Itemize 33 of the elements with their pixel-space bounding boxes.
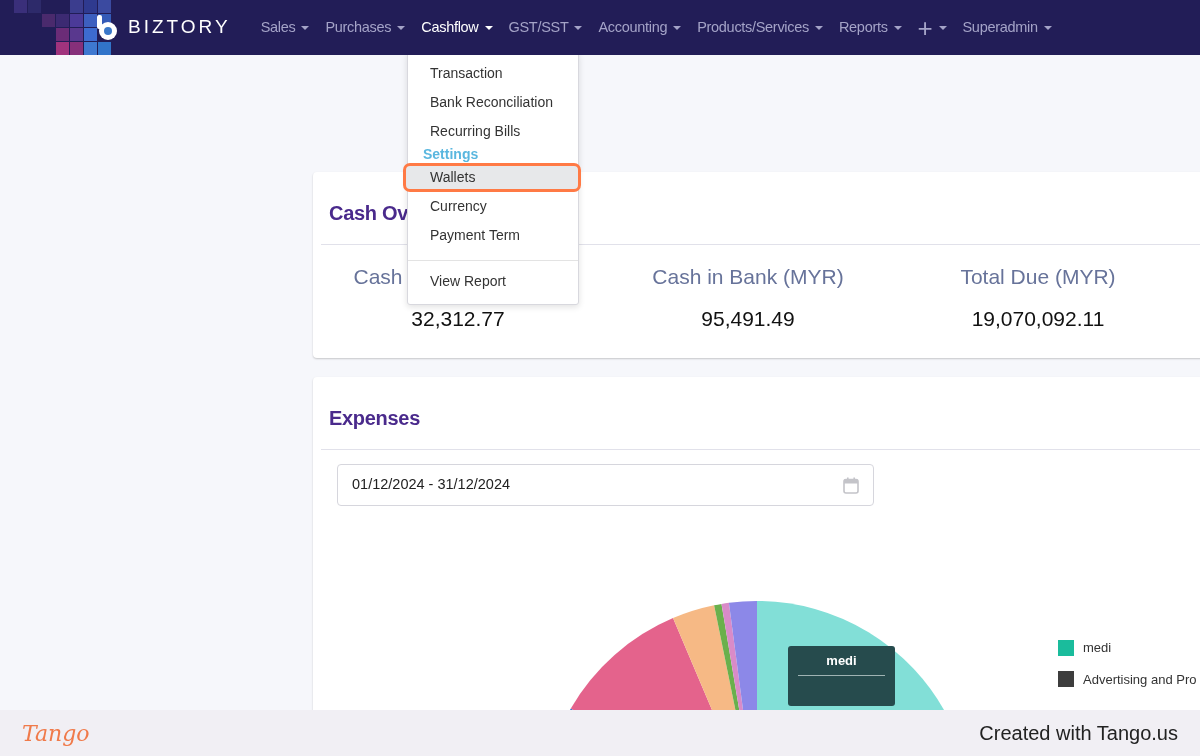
footer-text: Created with Tango.us bbox=[979, 721, 1178, 746]
tooltip-title: medi bbox=[825, 652, 858, 670]
nav-menu-item[interactable]: Products/Services bbox=[689, 16, 831, 39]
stat-value: 32,312.77 bbox=[411, 306, 505, 330]
dropdown-item[interactable]: Recurring Bills bbox=[408, 117, 578, 146]
stat-value: 95,491.49 bbox=[701, 306, 795, 330]
stat-label: Total Due (MYR) bbox=[960, 265, 1116, 288]
card-title: Cash Ov bbox=[328, 201, 410, 226]
nav-menu-item[interactable]: Superadmin bbox=[954, 16, 1060, 39]
nav-menu-item[interactable]: Purchases bbox=[317, 16, 414, 39]
dropdown-item[interactable]: Currency bbox=[408, 192, 578, 221]
stat-label: Cash bbox=[353, 265, 403, 288]
nav-menu-item[interactable]: Sales bbox=[252, 16, 318, 39]
dropdown-item[interactable]: Transaction bbox=[408, 59, 578, 88]
nav-menu-item[interactable]: Accounting bbox=[590, 16, 690, 39]
nav-menu-item[interactable]: Reports bbox=[830, 16, 910, 39]
dropdown-item[interactable]: View Report bbox=[408, 267, 578, 296]
dropdown-item[interactable]: Wallets bbox=[403, 163, 581, 192]
date-range-field[interactable]: 01/12/2024 - 31/12/2024 bbox=[337, 464, 874, 506]
card-title: Expenses bbox=[328, 406, 421, 431]
dropdown-item[interactable]: Bank Reconciliation bbox=[408, 88, 578, 117]
nav-menu-item[interactable]: + bbox=[909, 14, 955, 41]
brand-name: BIZTORY bbox=[128, 15, 231, 40]
nav-menu-item[interactable]: Cashflow bbox=[413, 16, 501, 39]
calendar-icon bbox=[843, 476, 859, 494]
footer-logo: Tango bbox=[22, 719, 90, 748]
dropdown-header: Settings bbox=[422, 146, 480, 163]
dropdown-item[interactable]: Payment Term bbox=[408, 221, 578, 250]
legend-label: medi bbox=[1083, 639, 1112, 657]
nav-menu-item[interactable]: GST/SST bbox=[500, 16, 591, 39]
stat-value: 19,070,092.11 bbox=[971, 306, 1105, 330]
legend-label: Advertising and Pro bbox=[1083, 670, 1197, 689]
stat-label: Cash in Bank (MYR) bbox=[652, 265, 844, 288]
